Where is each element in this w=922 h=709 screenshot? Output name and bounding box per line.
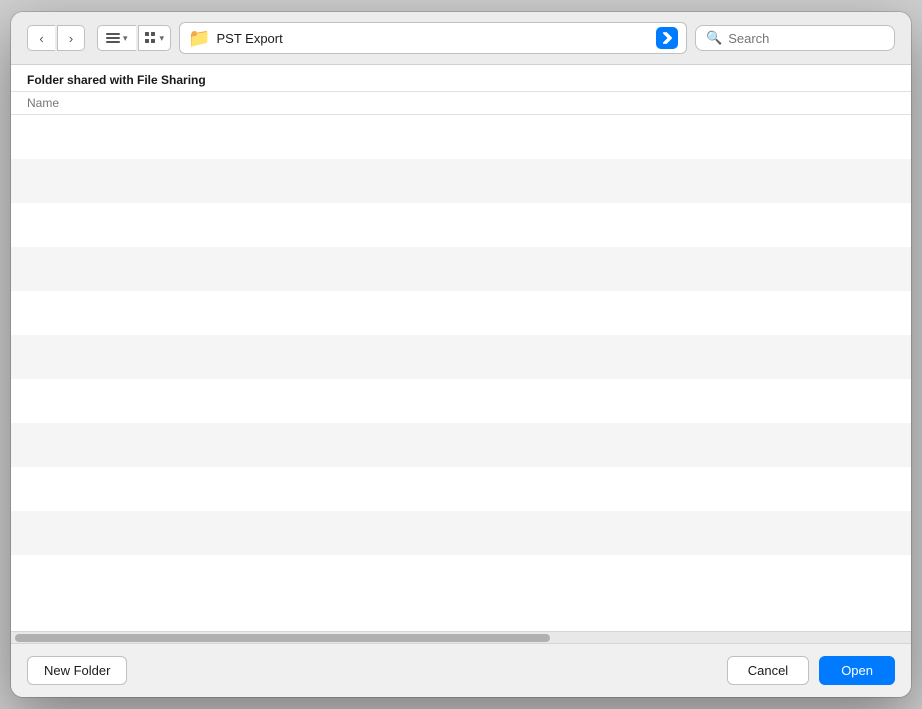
search-bar[interactable]: 🔍 — [695, 25, 895, 51]
list-view-chevron-icon: ▾ — [123, 33, 128, 44]
table-row — [11, 203, 911, 247]
new-folder-button[interactable]: New Folder — [27, 656, 127, 685]
back-button[interactable]: ‹ — [27, 25, 55, 51]
nav-buttons: ‹ › — [27, 25, 85, 51]
table-row — [11, 291, 911, 335]
forward-button[interactable]: › — [57, 25, 85, 51]
column-name-header: Name — [11, 92, 911, 115]
table-row — [11, 423, 911, 467]
folder-icon: 📁 — [188, 28, 210, 49]
footer-right-buttons: Cancel Open — [727, 656, 895, 685]
file-dialog: ‹ › ▾ ▾ — [11, 12, 911, 697]
forward-icon: › — [69, 31, 73, 46]
search-input[interactable] — [728, 31, 884, 46]
grid-icon — [145, 32, 157, 44]
table-row — [11, 115, 911, 159]
file-list[interactable] — [11, 115, 911, 631]
toolbar: ‹ › ▾ ▾ — [11, 12, 911, 65]
scrollbar-track — [15, 634, 907, 642]
location-bar[interactable]: 📁 PST Export — [179, 22, 687, 54]
table-row — [11, 335, 911, 379]
horizontal-scrollbar[interactable] — [11, 631, 911, 643]
location-arrow-icon — [656, 27, 678, 49]
grid-view-chevron-icon: ▾ — [160, 33, 165, 44]
file-content: Folder shared with File Sharing Name — [11, 65, 911, 631]
table-row — [11, 247, 911, 291]
cancel-button[interactable]: Cancel — [727, 656, 809, 685]
list-view-button[interactable]: ▾ — [97, 25, 136, 51]
list-icon — [106, 32, 120, 44]
folder-shared-header: Folder shared with File Sharing — [11, 65, 911, 92]
table-row — [11, 511, 911, 555]
table-row — [11, 467, 911, 511]
view-buttons: ▾ ▾ — [97, 25, 171, 51]
search-icon: 🔍 — [706, 30, 722, 46]
grid-view-button[interactable]: ▾ — [138, 25, 172, 51]
table-row — [11, 159, 911, 203]
scrollbar-thumb[interactable] — [15, 634, 550, 642]
table-row — [11, 379, 911, 423]
back-icon: ‹ — [39, 31, 43, 46]
open-button[interactable]: Open — [819, 656, 895, 685]
footer: New Folder Cancel Open — [11, 643, 911, 697]
location-text: PST Export — [216, 31, 650, 46]
